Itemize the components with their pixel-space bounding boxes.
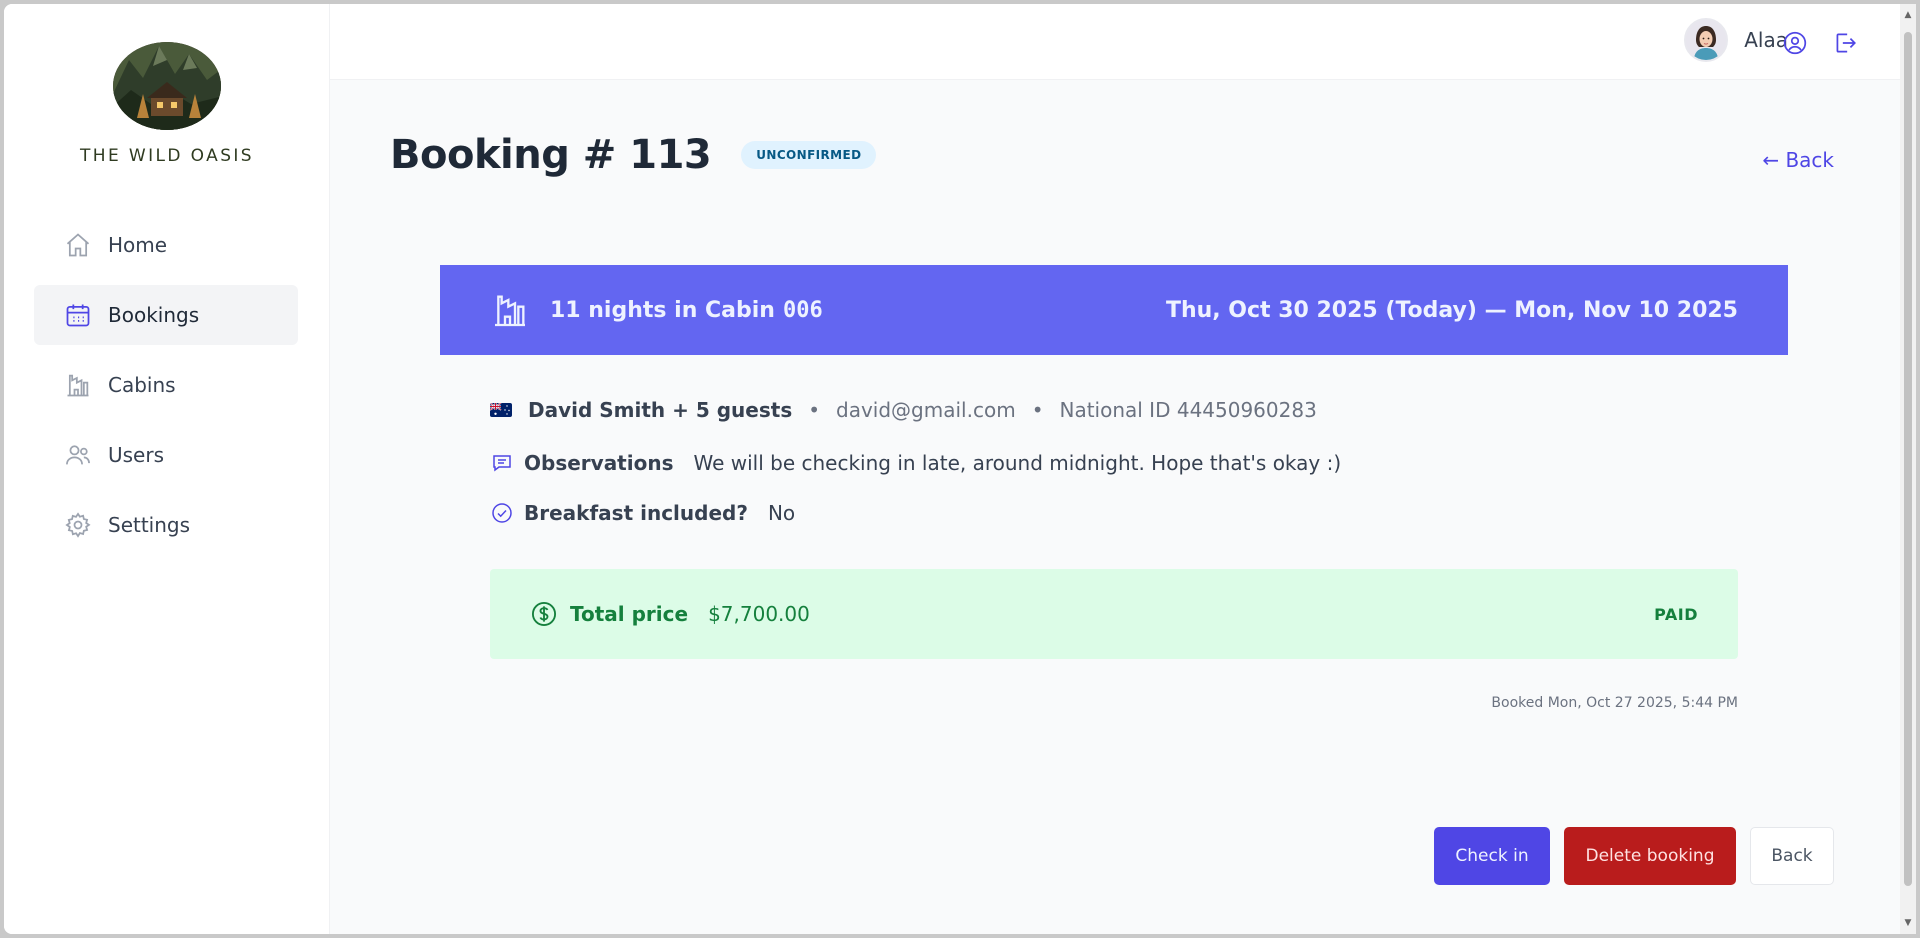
sidebar-item-label: Settings — [108, 513, 191, 537]
payment-status: PAID — [1654, 604, 1698, 624]
booking-body: David Smith + 5 guests • david@gmail.com… — [440, 355, 1788, 711]
scroll-down-arrow[interactable]: ▼ — [1903, 918, 1913, 928]
breakfast-row: Breakfast included? No — [490, 501, 1738, 525]
total-price-label: Total price — [570, 602, 689, 626]
price-panel: Total price $7,700.00 PAID — [490, 569, 1738, 659]
booking-header: 11 nights in Cabin 006 Thu, Oct 30 2025 … — [440, 265, 1788, 355]
status-badge: UNCONFIRMED — [741, 141, 877, 169]
nights-text: 11 nights in Cabin — [550, 297, 775, 323]
chat-bubble-icon — [493, 455, 511, 472]
booking-details: 11 nights in Cabin 006 Thu, Oct 30 2025 … — [440, 265, 1788, 711]
building-icon — [67, 374, 89, 397]
brand-name: THE WILD OASIS — [79, 146, 254, 166]
sidebar-item-label: Bookings — [108, 303, 200, 327]
observations-value: We will be checking in late, around midn… — [693, 451, 1342, 475]
national-id: National ID 44450960283 — [1059, 398, 1317, 422]
top-bar: Alaa — [330, 4, 1916, 80]
user-circle-icon[interactable] — [1782, 30, 1808, 56]
date-range: Thu, Oct 30 2025 (Today) — Mon, Nov 10 2… — [1165, 297, 1738, 323]
guest-email: david@gmail.com — [836, 398, 1016, 422]
sidebar-nav: Home Bookings Cabins Users Settings — [34, 215, 298, 565]
booked-date: Booked Mon, Oct 27 2025, 5:44 PM — [1491, 695, 1738, 711]
booking-summary: 11 nights in Cabin 006 — [490, 290, 823, 330]
user-info: Alaa — [1684, 18, 1788, 62]
logout-icon[interactable] — [1832, 30, 1858, 56]
observations-row: Observations We will be checking in late… — [490, 451, 1738, 475]
page-heading: Booking # 113 UNCONFIRMED — [390, 132, 877, 178]
calendar-icon — [66, 304, 90, 327]
app-window: THE WILD OASIS Home Bookings Cabins User… — [4, 4, 1916, 934]
separator: • — [1031, 398, 1044, 422]
back-button[interactable]: Back — [1750, 827, 1834, 885]
scrollbar[interactable]: ▲ ▼ — [1900, 4, 1916, 934]
avatar-image — [1686, 20, 1727, 60]
australia-flag-icon — [490, 403, 512, 417]
separator: • — [808, 398, 821, 422]
building-icon — [495, 295, 525, 327]
scroll-thumb[interactable] — [1904, 32, 1912, 886]
breakfast-value: No — [767, 501, 796, 525]
sidebar-item-label: Home — [108, 233, 168, 257]
home-icon — [66, 233, 90, 257]
observations-label: Observations — [524, 451, 674, 475]
scroll-up-arrow[interactable]: ▲ — [1903, 10, 1913, 20]
check-in-button[interactable]: Check in — [1434, 827, 1550, 885]
check-circle-icon — [492, 503, 512, 523]
sidebar-item-home[interactable]: Home — [34, 215, 298, 275]
sidebar-item-label: Users — [108, 443, 165, 467]
sidebar-item-settings[interactable]: Settings — [34, 495, 298, 555]
sidebar-item-users[interactable]: Users — [34, 425, 298, 485]
sidebar-item-bookings[interactable]: Bookings — [34, 285, 298, 345]
page-title: Booking # 113 — [390, 132, 712, 178]
delete-booking-button[interactable]: Delete booking — [1564, 827, 1736, 885]
avatar — [1684, 18, 1729, 62]
cabin-code: 006 — [782, 297, 823, 323]
breakfast-label: Breakfast included? — [524, 501, 748, 525]
back-link[interactable]: ← Back — [1762, 148, 1834, 172]
sidebar: THE WILD OASIS Home Bookings Cabins User… — [4, 4, 330, 934]
total-price-value: $7,700.00 — [708, 602, 810, 626]
logo-image — [113, 42, 221, 130]
users-icon — [66, 445, 90, 465]
main-content: Alaa Booking # 113 UNCONFIRMED ← Back 11… — [330, 4, 1916, 934]
guest-info: David Smith + 5 guests • david@gmail.com… — [490, 395, 1738, 425]
sidebar-item-label: Cabins — [108, 373, 176, 397]
dollar-circle-icon — [531, 601, 557, 627]
action-buttons: Check in Delete booking Back — [1420, 827, 1834, 885]
sidebar-item-cabins[interactable]: Cabins — [34, 355, 298, 415]
gear-icon — [65, 512, 91, 538]
total-price: Total price $7,700.00 — [530, 600, 810, 628]
logo[interactable]: THE WILD OASIS — [4, 38, 330, 166]
guest-name: David Smith + 5 guests — [528, 398, 793, 422]
